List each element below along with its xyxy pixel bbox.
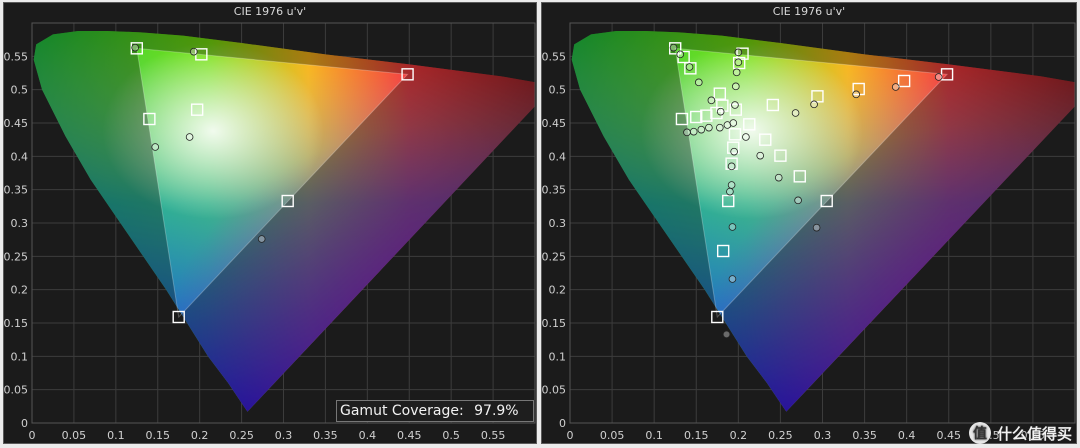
y-tick-label: 0.5 [549,84,567,97]
measured-point [742,133,750,141]
measured-point [934,73,943,81]
x-tick-label: 0.1 [107,429,125,442]
x-tick-label: 0.4 [898,429,916,442]
x-tick-label: 0.15 [146,429,171,442]
measured-point [694,78,703,87]
gamut-coverage-label: Gamut Coverage: [340,403,464,419]
x-tick-label: 0.35 [852,429,877,442]
measured-point [716,123,724,132]
y-tick-label: 0.3 [549,217,567,230]
y-axis: 0 0.05 0.1 0.15 0.2 0.25 0.3 0.35 0.4 0.45 0.5 0.55 [542,50,566,430]
measured-point [716,107,725,116]
y-tick-label: 0.45 [542,117,566,130]
x-tick-label: 0.25 [768,429,793,442]
x-tick-label: 0.45 [937,429,962,442]
measured-point [707,96,716,105]
measured-point [756,151,765,160]
measured-point [705,123,713,132]
y-tick-label: 0.1 [549,350,567,363]
measured-point [794,196,802,205]
y-tick-label: 0.2 [11,284,29,297]
measured-point [774,173,783,182]
watermark: 值 什么值得买 [968,422,1072,444]
y-tick-label: 0 [21,417,28,430]
x-tick-label: 0.45 [397,429,422,442]
y-tick-label: 0.1 [11,350,29,363]
left-chromaticity-chart: 0 0.05 0.1 0.15 0.2 0.25 0.3 0.35 0.4 0.45 0.5 0.55… [4,22,536,442]
x-tick-label: 0.35 [313,429,338,442]
y-tick-label: 0.05 [4,384,28,397]
x-tick-label: 0.05 [62,429,87,442]
measured-point [727,162,736,171]
x-tick-label: 0 [29,429,36,442]
measured-point [669,43,678,52]
measured-point [727,181,736,189]
y-axis: 0 0.05 0.1 0.15 0.2 0.25 0.3 0.35 0.4 0.45 0.5 0.55 [4,50,28,430]
y-tick-label: 0.55 [4,50,28,63]
x-tick-label: 0.3 [275,429,293,442]
right-chromaticity-chart: 0 0.05 0.1 0.15 0.2 0.25 0.3 0.35 0.4 0.45 0.5 0.55… [542,22,1076,442]
x-axis: 0 0.05 0.1 0.15 0.2 0.25 0.3 0.35 0.4 0.45 0.5 0.55 [29,429,506,442]
measured-point [697,125,706,134]
y-tick-label: 0.3 [11,217,29,230]
x-tick-label: 0.55 [481,429,506,442]
measured-point [728,275,737,283]
measured-point [131,43,139,52]
y-tick-label: 0.05 [542,384,566,397]
measured-point [734,48,743,57]
measured-point [683,128,691,137]
watermark-logo-icon: 值 [968,422,991,444]
measured-point [810,100,818,109]
y-tick-label: 0.35 [4,184,28,197]
measured-point [689,127,698,136]
measured-point [257,235,266,243]
y-tick-label: 0.4 [11,150,29,163]
measured-point [185,133,194,141]
measured-point [732,68,741,77]
x-tick-label: 0.4 [359,429,377,442]
measured-point [676,50,685,59]
measured-point [732,82,740,91]
x-tick-label: 0.3 [814,429,832,442]
gamut-coverage-box: Gamut Coverage: 97.9% [336,400,534,422]
x-tick-label: 0.15 [684,429,709,442]
measured-point [722,330,731,339]
y-tick-label: 0.35 [542,184,566,197]
x-tick-label: 0.1 [645,429,663,442]
measured-point [734,58,743,67]
measured-point [151,143,160,151]
gamut-coverage-value: 97.9% [474,403,519,419]
measured-point [728,223,737,231]
measured-point [726,187,734,196]
y-tick-label: 0.15 [542,317,566,330]
measured-point [891,83,900,91]
y-tick-label: 0.55 [542,50,566,63]
y-tick-label: 0.2 [549,284,567,297]
measured-point [731,101,739,109]
y-tick-label: 0.25 [542,250,566,263]
x-tick-label: 0.2 [191,429,209,442]
x-tick-label: 0.5 [442,429,460,442]
measured-point [852,90,860,99]
measured-point [730,147,738,156]
y-tick-label: 0 [559,417,566,430]
x-tick-label: 0.05 [600,429,625,442]
y-tick-label: 0.5 [11,84,29,97]
y-tick-label: 0.45 [4,117,28,130]
y-tick-label: 0.15 [4,317,28,330]
watermark-text: 什么值得买 [996,424,1072,443]
measured-point [812,223,821,232]
y-tick-label: 0.25 [4,250,28,263]
y-tick-label: 0.4 [549,150,567,163]
measured-point [685,63,694,71]
x-tick-label: 0.25 [229,429,254,442]
measured-point [729,119,738,127]
measured-point [791,109,800,117]
left-chart-panel: CIE 1976 u'v' 0 0.05 0.1 0.15 0.2 0.25 0.3 0.35… [3,2,537,444]
measured-point [189,47,198,56]
x-tick-label: 0 [567,429,574,442]
x-tick-label: 0.2 [730,429,748,442]
right-chart-panel: CIE 1976 u'v' 0 0.05 0.1 0.15 0.2 0.25 0.3 0.35… [541,2,1077,444]
